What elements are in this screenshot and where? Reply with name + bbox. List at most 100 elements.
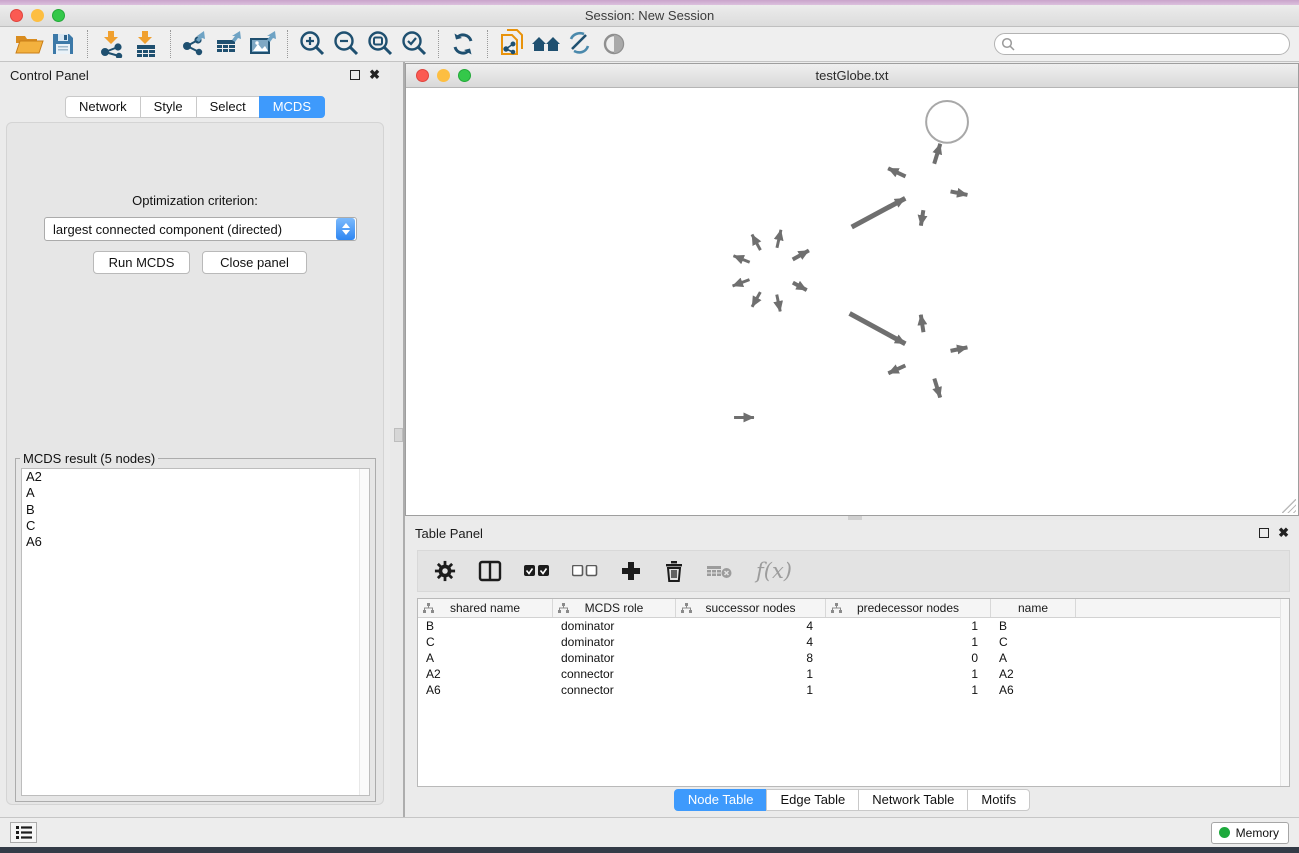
close-panel-button[interactable]: Close panel: [202, 251, 307, 274]
select-stepper-icon: [336, 218, 355, 240]
graph-edge-A-A8[interactable]: [777, 230, 781, 248]
run-mcds-button[interactable]: Run MCDS: [93, 251, 190, 274]
zoom-out-icon: [332, 30, 360, 58]
column-header-predecessor-nodes[interactable]: predecessor nodes: [826, 599, 991, 617]
tab-node-table[interactable]: Node Table: [674, 789, 768, 811]
column-header-name[interactable]: name: [991, 599, 1076, 617]
graph-edge-A2-C[interactable]: [850, 313, 906, 343]
column-header-MCDS-role[interactable]: MCDS role: [553, 599, 676, 617]
zoom-selected-button[interactable]: [397, 29, 431, 59]
table-cell: B: [418, 618, 553, 634]
memory-label: Memory: [1236, 826, 1279, 840]
mcds-result-item[interactable]: B: [22, 502, 369, 518]
new-network-from-selection-button[interactable]: [495, 29, 529, 59]
criterion-select[interactable]: largest connected component (directed): [44, 217, 357, 241]
mcds-result-item[interactable]: A6: [22, 534, 369, 550]
toolbar-separator: [87, 30, 88, 58]
table-row[interactable]: Cdominator41C: [418, 634, 1289, 650]
network-resize-grip[interactable]: [1282, 499, 1296, 513]
select-all-columns-button[interactable]: [524, 565, 550, 577]
table-row[interactable]: A2connector11A2: [418, 666, 1289, 682]
zoom-in-button[interactable]: [295, 29, 329, 59]
graph-edge-A-A4[interactable]: [752, 292, 760, 307]
show-columns-button[interactable]: [478, 560, 502, 582]
table-row[interactable]: Bdominator41B: [418, 618, 1289, 634]
search-input[interactable]: [1019, 37, 1289, 51]
graph-edge-A-A2[interactable]: [793, 283, 807, 291]
table-row[interactable]: Adominator80A: [418, 650, 1289, 666]
graph-edge-B-B1[interactable]: [921, 210, 923, 226]
column-label: shared name: [450, 601, 520, 615]
graph-edge-A-A1[interactable]: [733, 280, 750, 286]
network-canvas[interactable]: B4B2BB3A5A8A6B1A3AA1C2A2A4A7C4CC1C3DD1: [407, 89, 1297, 514]
table-row[interactable]: A6connector11A6: [418, 682, 1289, 698]
table-cell: A6: [418, 682, 553, 698]
graph-edge-C-C3[interactable]: [934, 379, 940, 398]
table-cell: 4: [676, 634, 826, 650]
mcds-result-list[interactable]: A2ABCA6: [21, 468, 370, 796]
export-image-button[interactable]: [246, 29, 280, 59]
apply-layout-button[interactable]: [446, 29, 480, 59]
import-table-button[interactable]: [129, 29, 163, 59]
delete-table-button[interactable]: [706, 563, 732, 579]
create-column-button[interactable]: [620, 560, 642, 582]
show-graphics-details-button[interactable]: [597, 29, 631, 59]
export-table-button[interactable]: [212, 29, 246, 59]
table-cell: A2: [418, 666, 553, 682]
close-panel-icon[interactable]: ✖: [1278, 528, 1289, 538]
zoom-fit-button[interactable]: [363, 29, 397, 59]
column-type-icon: [831, 603, 842, 614]
control-panel-title: Control Panel: [10, 68, 89, 83]
table-scrollbar[interactable]: [1280, 599, 1289, 786]
unselect-all-columns-button[interactable]: [572, 565, 598, 577]
graph-edge-B-B3[interactable]: [951, 191, 968, 194]
float-panel-icon[interactable]: [1259, 528, 1269, 538]
tab-network-table[interactable]: Network Table: [858, 789, 968, 811]
zoom-out-button[interactable]: [329, 29, 363, 59]
graph-edge-A-A7[interactable]: [777, 295, 780, 312]
task-history-button[interactable]: [10, 822, 37, 843]
float-panel-icon[interactable]: [350, 70, 360, 80]
graph-edge-A-A6[interactable]: [793, 250, 809, 259]
tab-style[interactable]: Style: [140, 96, 197, 118]
panel-splitter-vertical[interactable]: [390, 62, 405, 817]
graph-edge-B-B4[interactable]: [934, 144, 940, 164]
graph-edge-C-C2[interactable]: [921, 315, 924, 333]
delete-column-button[interactable]: [664, 560, 684, 582]
graph-edge-A-A5[interactable]: [752, 235, 760, 251]
memory-button[interactable]: Memory: [1211, 822, 1289, 844]
graph-edge-C-C4[interactable]: [951, 347, 968, 350]
tab-mcds[interactable]: MCDS: [259, 96, 325, 118]
gear-icon: [434, 560, 456, 582]
mcds-result-item[interactable]: A2: [22, 469, 369, 485]
import-network-button[interactable]: [95, 29, 129, 59]
mcds-result-item[interactable]: A: [22, 485, 369, 501]
tab-select[interactable]: Select: [196, 96, 260, 118]
function-builder-button[interactable]: f(x): [756, 559, 792, 583]
mcds-list-scrollbar[interactable]: [359, 469, 369, 795]
column-header-shared-name[interactable]: shared name: [418, 599, 553, 617]
hide-selection-button[interactable]: [563, 29, 597, 59]
search-box[interactable]: [994, 33, 1290, 55]
table-cell: 1: [676, 666, 826, 682]
tab-edge-table[interactable]: Edge Table: [766, 789, 859, 811]
tab-motifs[interactable]: Motifs: [967, 789, 1030, 811]
tab-network[interactable]: Network: [65, 96, 141, 118]
mcds-result-item[interactable]: C: [22, 518, 369, 534]
toolbar-separator: [170, 30, 171, 58]
splitter-grip[interactable]: [394, 428, 403, 442]
graph-edge-A6-B[interactable]: [852, 198, 906, 227]
column-header-successor-nodes[interactable]: successor nodes: [676, 599, 826, 617]
graph-node-B4[interactable]: B4B2BB3A5A8A6B1A3AA1C2A2A4A7C4CC1C3DD1: [926, 101, 968, 143]
graph-edge-B-B2[interactable]: [888, 168, 905, 176]
close-panel-icon[interactable]: ✖: [369, 70, 380, 80]
network-title: testGlobe.txt: [406, 68, 1298, 83]
export-network-button[interactable]: [178, 29, 212, 59]
graph-edge-C-C1[interactable]: [888, 365, 905, 373]
first-neighbors-button[interactable]: [529, 29, 563, 59]
table-settings-button[interactable]: [434, 560, 456, 582]
save-session-button[interactable]: [46, 29, 80, 59]
open-file-button[interactable]: [12, 29, 46, 59]
graph-edge-A-A3[interactable]: [733, 256, 749, 263]
zoom-fit-icon: [366, 30, 394, 58]
